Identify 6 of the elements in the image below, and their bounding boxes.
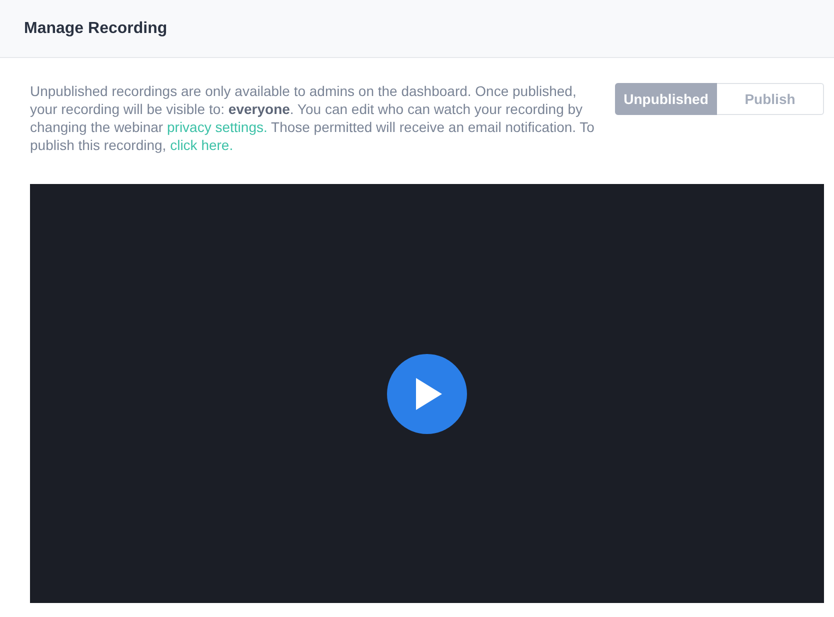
page-title: Manage Recording <box>24 20 168 38</box>
link[interactable]: click here. <box>170 137 234 153</box>
link[interactable]: privacy settings. <box>167 119 268 135</box>
toggle-option[interactable]: Unpublished <box>615 83 717 115</box>
description-text: Unpublished recordings are only available to admins on the dashboard. Once published, your recording will be visible to: everyone. You can edit who can watch your recording by changing the webinar privacy settings. Those permitted will receive an email notification. To publish this recording, click here. <box>30 82 596 154</box>
toggle-option[interactable]: Publish <box>717 83 824 115</box>
